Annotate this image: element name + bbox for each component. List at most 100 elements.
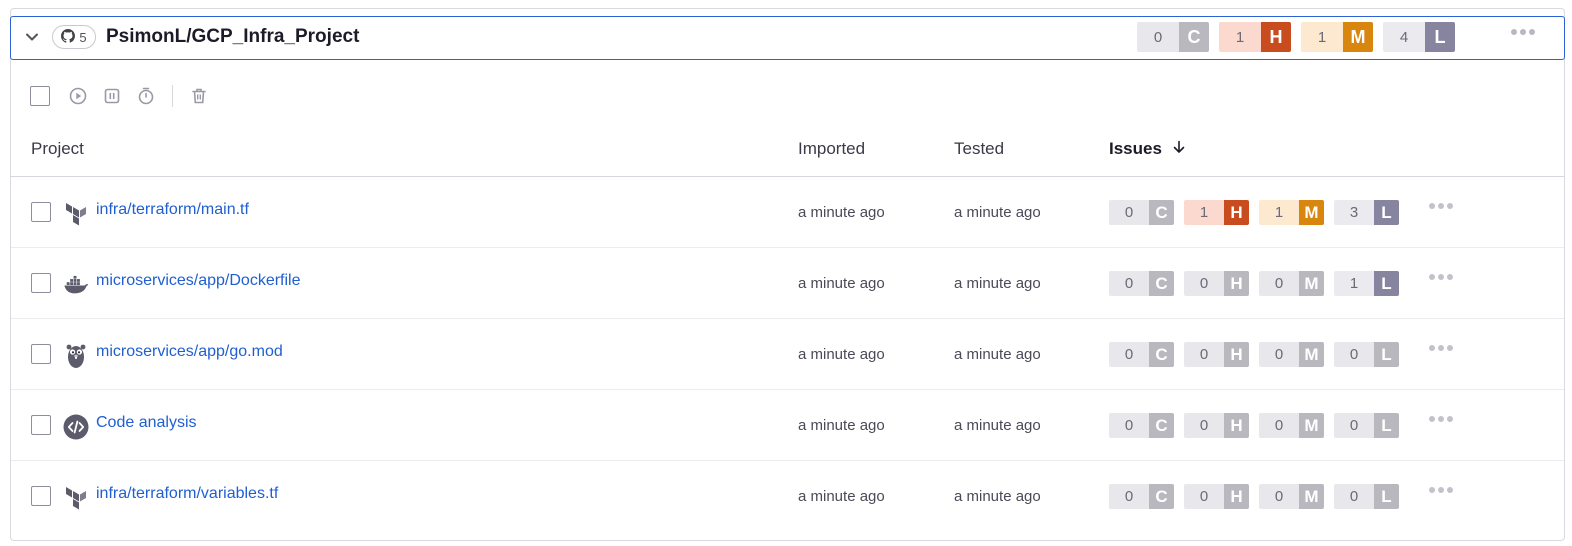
project-link[interactable]: infra/terraform/variables.tf bbox=[96, 485, 278, 503]
row-severity-c-badge[interactable]: 0C bbox=[1109, 200, 1174, 225]
row-severity-h-badge[interactable]: 0H bbox=[1184, 484, 1249, 509]
gopher-icon bbox=[63, 343, 89, 369]
row-more-options-button[interactable] bbox=[1429, 345, 1453, 351]
project-link[interactable]: infra/terraform/main.tf bbox=[96, 201, 249, 219]
tested-time: a minute ago bbox=[954, 488, 1041, 505]
row-severity-h-badge[interactable]: 1H bbox=[1184, 200, 1249, 225]
row-checkbox[interactable] bbox=[31, 486, 51, 506]
severity-letter: M bbox=[1299, 271, 1324, 296]
row-severity-c-badge[interactable]: 0C bbox=[1109, 271, 1174, 296]
severity-count: 0 bbox=[1334, 484, 1374, 509]
row-severity-m-badge[interactable]: 1M bbox=[1259, 200, 1324, 225]
column-header-tested[interactable]: Tested bbox=[954, 139, 1004, 159]
row-severity-c-badge[interactable]: 0C bbox=[1109, 342, 1174, 367]
row-more-options-button[interactable] bbox=[1429, 274, 1453, 280]
column-header-project[interactable]: Project bbox=[31, 139, 84, 159]
row-checkbox[interactable] bbox=[31, 344, 51, 364]
severity-letter: H bbox=[1224, 271, 1249, 296]
column-header-issues-label: Issues bbox=[1109, 139, 1162, 158]
more-horizontal-icon bbox=[1429, 416, 1453, 422]
header-severity-m-badge[interactable]: 1M bbox=[1301, 22, 1373, 52]
row-severity-m-badge[interactable]: 0M bbox=[1259, 484, 1324, 509]
github-icon bbox=[61, 28, 76, 46]
severity-count: 0 bbox=[1334, 413, 1374, 438]
header-severity-summary: 0C1H1M4L bbox=[1137, 22, 1455, 52]
toolbar-divider bbox=[172, 85, 173, 107]
header-severity-h-badge[interactable]: 1H bbox=[1219, 22, 1291, 52]
row-severity-c-badge[interactable]: 0C bbox=[1109, 413, 1174, 438]
row-severity-h-badge[interactable]: 0H bbox=[1184, 413, 1249, 438]
severity-count: 0 bbox=[1259, 271, 1299, 296]
row-severity-l-badge[interactable]: 0L bbox=[1334, 342, 1399, 367]
more-horizontal-icon bbox=[1429, 345, 1453, 351]
row-checkbox[interactable] bbox=[31, 273, 51, 293]
row-severity-h-badge[interactable]: 0H bbox=[1184, 271, 1249, 296]
row-severity-summary: 0C0H0M0L bbox=[1109, 413, 1399, 438]
severity-count: 1 bbox=[1301, 22, 1343, 52]
repo-count-badge: 5 bbox=[52, 25, 96, 49]
tested-time: a minute ago bbox=[954, 204, 1041, 221]
row-severity-summary: 0C0H0M1L bbox=[1109, 271, 1399, 296]
column-header-issues[interactable]: Issues bbox=[1109, 139, 1186, 159]
row-more-options-button[interactable] bbox=[1429, 416, 1453, 422]
row-more-options-button[interactable] bbox=[1429, 487, 1453, 493]
more-horizontal-icon bbox=[1429, 274, 1453, 280]
run-test-icon[interactable] bbox=[68, 86, 88, 106]
trash-icon[interactable] bbox=[189, 86, 209, 106]
severity-count: 0 bbox=[1259, 484, 1299, 509]
chevron-down-icon[interactable] bbox=[24, 29, 40, 45]
row-severity-l-badge[interactable]: 1L bbox=[1334, 271, 1399, 296]
project-link[interactable]: microservices/app/Dockerfile bbox=[96, 272, 301, 290]
severity-count: 1 bbox=[1184, 200, 1224, 225]
row-severity-l-badge[interactable]: 0L bbox=[1334, 413, 1399, 438]
severity-letter: C bbox=[1149, 271, 1174, 296]
row-severity-m-badge[interactable]: 0M bbox=[1259, 271, 1324, 296]
row-severity-h-badge[interactable]: 0H bbox=[1184, 342, 1249, 367]
row-severity-summary: 0C 0H 0M 0L bbox=[1109, 342, 1399, 367]
imported-time: a minute ago bbox=[798, 204, 885, 221]
project-group-header[interactable]: 5 PsimonL/GCP_Infra_Project 0C1H1M4L bbox=[10, 16, 1565, 60]
more-horizontal-icon bbox=[1429, 487, 1453, 493]
severity-letter: M bbox=[1343, 22, 1373, 52]
pause-icon[interactable] bbox=[102, 86, 122, 106]
select-all-checkbox[interactable] bbox=[30, 86, 50, 106]
header-severity-l-badge[interactable]: 4L bbox=[1383, 22, 1455, 52]
row-severity-summary: 0C 1H 1M 3L bbox=[1109, 200, 1399, 225]
project-link[interactable]: Code analysis bbox=[96, 414, 197, 432]
tested-time: a minute ago bbox=[954, 417, 1041, 434]
table-row: Code analysis a minute ago a minute ago 0 C 0… bbox=[11, 390, 1564, 461]
severity-count: 1 bbox=[1334, 271, 1374, 296]
more-horizontal-icon bbox=[1429, 203, 1453, 209]
severity-letter: H bbox=[1224, 484, 1249, 509]
project-link[interactable]: microservices/app/go.mod bbox=[96, 343, 283, 361]
severity-letter: M bbox=[1299, 413, 1324, 438]
row-severity-m-badge[interactable]: 0M bbox=[1259, 342, 1324, 367]
timer-icon[interactable] bbox=[136, 86, 156, 106]
row-checkbox[interactable] bbox=[31, 202, 51, 222]
table-row: infra/terraform/main.tf a minute ago a min… bbox=[11, 177, 1564, 248]
severity-count: 0 bbox=[1259, 342, 1299, 367]
header-severity-c-badge[interactable]: 0C bbox=[1137, 22, 1209, 52]
repo-count-value: 5 bbox=[79, 29, 87, 45]
header-more-options-button[interactable] bbox=[1511, 29, 1535, 35]
severity-count: 0 bbox=[1184, 484, 1224, 509]
row-more-options-button[interactable] bbox=[1429, 203, 1453, 209]
row-severity-l-badge[interactable]: 0L bbox=[1334, 484, 1399, 509]
row-checkbox[interactable] bbox=[31, 415, 51, 435]
severity-count: 0 bbox=[1109, 413, 1149, 438]
severity-letter: C bbox=[1149, 413, 1174, 438]
severity-letter: C bbox=[1149, 484, 1174, 509]
row-severity-l-badge[interactable]: 3L bbox=[1334, 200, 1399, 225]
arrow-down-icon bbox=[1172, 139, 1186, 159]
row-severity-summary: 0C0H0M0L bbox=[1109, 484, 1399, 509]
terraform-icon bbox=[63, 201, 89, 227]
severity-count: 1 bbox=[1219, 22, 1261, 52]
row-severity-c-badge[interactable]: 0C bbox=[1109, 484, 1174, 509]
severity-letter: H bbox=[1224, 200, 1249, 225]
severity-count: 3 bbox=[1334, 200, 1374, 225]
severity-count: 0 bbox=[1184, 342, 1224, 367]
imported-time: a minute ago bbox=[798, 488, 885, 505]
column-header-imported[interactable]: Imported bbox=[798, 139, 865, 159]
row-severity-m-badge[interactable]: 0M bbox=[1259, 413, 1324, 438]
severity-count: 0 bbox=[1137, 22, 1179, 52]
